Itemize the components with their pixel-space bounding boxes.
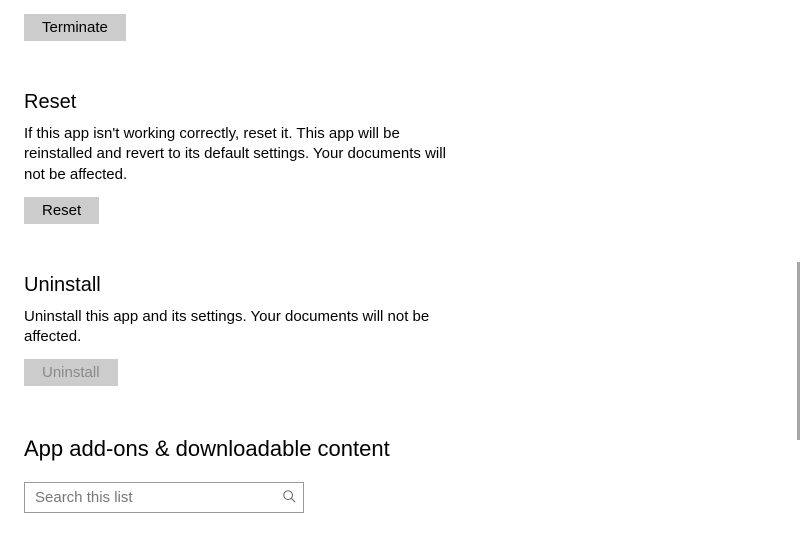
terminate-button[interactable]: Terminate xyxy=(24,14,126,41)
uninstall-section: Uninstall Uninstall this app and its set… xyxy=(24,274,460,389)
uninstall-heading: Uninstall xyxy=(24,274,460,297)
uninstall-description: Uninstall this app and its settings. You… xyxy=(24,307,454,348)
reset-description: If this app isn't working correctly, res… xyxy=(24,124,454,185)
reset-section: Reset If this app isn't working correctl… xyxy=(24,91,460,226)
addons-heading: App add-ons & downloadable content xyxy=(24,436,460,462)
search-wrap xyxy=(24,482,304,513)
search-input[interactable] xyxy=(24,482,304,513)
reset-heading: Reset xyxy=(24,91,460,114)
uninstall-button: Uninstall xyxy=(24,359,118,386)
reset-button[interactable]: Reset xyxy=(24,197,99,224)
